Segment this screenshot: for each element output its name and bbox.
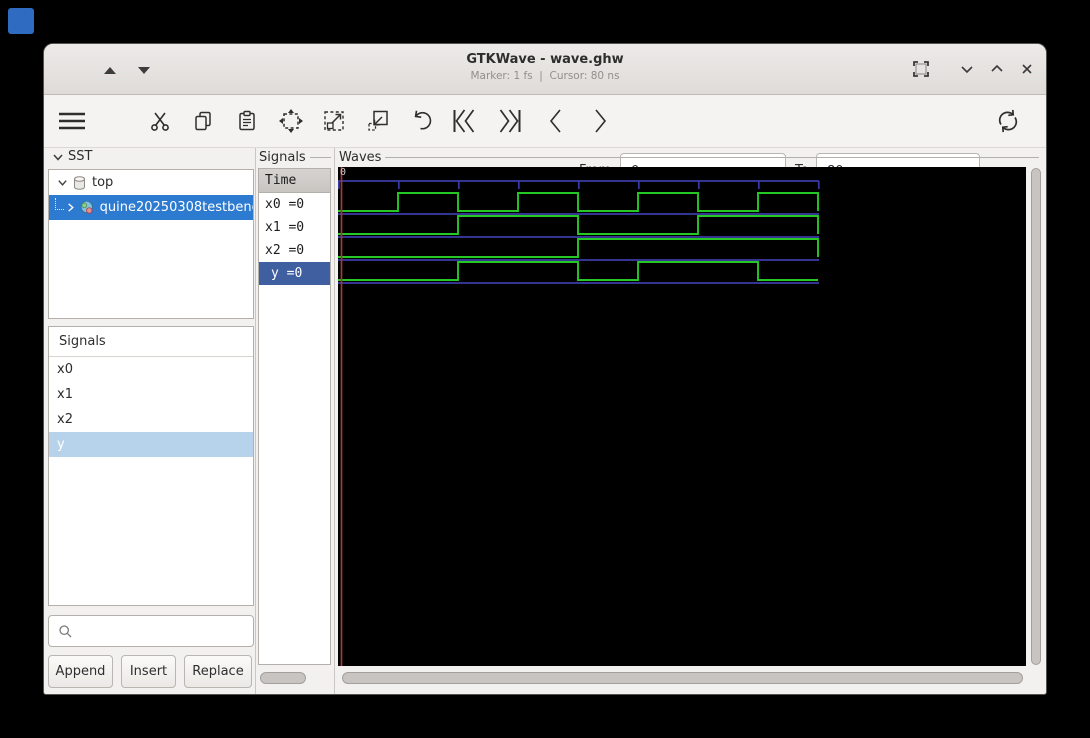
window-subtitle: Marker: 1 fs | Cursor: 80 ns xyxy=(470,70,620,82)
signal-row-x2[interactable]: x2 =0 xyxy=(259,239,330,262)
copy-icon xyxy=(195,111,211,131)
expander-right-icon[interactable] xyxy=(64,201,77,215)
previous-edge-button[interactable] xyxy=(537,101,575,141)
chevron-up-icon xyxy=(991,64,1003,72)
undo-icon xyxy=(414,110,432,130)
signal-table-panel: Time x0 =0 x1 =0 x2 =0 y =0 xyxy=(258,168,331,665)
maximize-icon xyxy=(913,61,929,77)
module-sphere-icon xyxy=(80,200,93,214)
chevron-down-icon xyxy=(961,66,973,74)
sst-label: SST xyxy=(68,149,93,164)
grow-window-button[interactable] xyxy=(986,58,1008,80)
scope-cylinder-icon xyxy=(74,175,85,190)
zoom-in-button[interactable] xyxy=(315,101,353,141)
reload-button[interactable] xyxy=(989,101,1027,141)
pane-splitter-left[interactable] xyxy=(255,148,256,694)
gtkwave-window: GTKWave - wave.ghw Marker: 1 fs | Cursor… xyxy=(44,44,1046,694)
undo-button[interactable] xyxy=(403,101,441,141)
chevron-right-icon xyxy=(595,109,607,133)
desktop-icon[interactable] xyxy=(8,8,34,34)
tree-guide-line xyxy=(55,197,65,210)
close-button[interactable] xyxy=(1016,58,1038,80)
cut-button[interactable] xyxy=(141,101,179,141)
signal-row-y[interactable]: y =0 xyxy=(259,262,330,285)
insert-button[interactable]: Insert xyxy=(121,655,176,688)
waveform-traces xyxy=(338,167,820,666)
window-title: GTKWave - wave.ghw xyxy=(466,52,624,67)
list-item-x2[interactable]: x2 xyxy=(49,407,253,432)
expander-down-icon[interactable] xyxy=(55,176,69,190)
titlebar[interactable]: GTKWave - wave.ghw Marker: 1 fs | Cursor… xyxy=(44,44,1046,95)
waves-hscrollbar[interactable] xyxy=(342,672,1023,684)
maximize-frame-button[interactable] xyxy=(910,58,932,80)
append-button[interactable]: Append xyxy=(48,655,113,688)
reload-icon xyxy=(998,109,1018,133)
skip-to-start-button[interactable] xyxy=(446,101,484,141)
tree-item-testbench[interactable]: quine20250308testbench xyxy=(49,195,253,220)
search-icon xyxy=(59,625,72,638)
tree-item-label: quine20250308testbench xyxy=(99,200,253,215)
pane-splitter-right[interactable] xyxy=(334,148,335,694)
zoom-out-icon xyxy=(368,110,388,131)
menu-icon xyxy=(59,112,85,130)
waves-frame-label-text: Waves xyxy=(339,150,382,165)
skip-to-end-button[interactable] xyxy=(490,101,528,141)
append-button-label: Append xyxy=(55,664,106,679)
shrink-window-button[interactable] xyxy=(956,58,978,80)
signal-row-x1[interactable]: x1 =0 xyxy=(259,216,330,239)
skip-to-start-icon xyxy=(453,109,475,133)
zoom-out-button[interactable] xyxy=(359,101,397,141)
cut-icon xyxy=(151,112,169,131)
signals-frame-label: Signals xyxy=(259,150,331,165)
list-item-y[interactable]: y xyxy=(49,432,253,457)
waves-vscrollbar-thumb[interactable] xyxy=(1031,168,1041,665)
sst-expander[interactable]: SST xyxy=(52,149,92,164)
search-input[interactable] xyxy=(79,622,253,640)
zoom-fit-button[interactable] xyxy=(272,101,310,141)
titlebar-text: GTKWave - wave.ghw Marker: 1 fs | Cursor… xyxy=(44,51,1046,84)
list-item-x1[interactable]: x1 xyxy=(49,382,253,407)
expander-down-icon xyxy=(53,154,63,161)
tree-item-top[interactable]: top xyxy=(49,170,253,195)
tree-item-label: top xyxy=(92,175,114,190)
next-edge-button[interactable] xyxy=(581,101,619,141)
insert-button-label: Insert xyxy=(129,664,168,679)
signal-search-box[interactable] xyxy=(48,615,254,647)
menu-button[interactable] xyxy=(53,101,91,141)
copy-button[interactable] xyxy=(184,101,222,141)
skip-to-end-icon xyxy=(499,109,521,133)
replace-button-label: Replace xyxy=(192,664,244,679)
paste-icon xyxy=(239,110,255,131)
replace-button[interactable]: Replace xyxy=(184,655,252,688)
list-item-x0[interactable]: x0 xyxy=(49,357,253,382)
wave-canvas[interactable]: 0 xyxy=(338,167,1026,666)
time-header[interactable]: Time xyxy=(259,169,330,193)
paste-button[interactable] xyxy=(228,101,266,141)
signal-table-hscrollbar[interactable] xyxy=(260,672,306,684)
waves-frame-label: Waves xyxy=(339,150,1039,165)
facility-list-panel: Signals x0 x1 x2 y xyxy=(48,326,254,606)
zoom-fit-icon xyxy=(279,109,303,133)
close-icon xyxy=(1022,64,1032,74)
facility-list-header: Signals xyxy=(49,327,253,357)
zoom-in-icon xyxy=(324,111,344,131)
signal-row-x0[interactable]: x0 =0 xyxy=(259,193,330,216)
chevron-left-icon xyxy=(549,109,561,133)
waves-vscrollbar-track[interactable] xyxy=(1030,167,1042,666)
sst-tree-panel: top quine20250308testbench xyxy=(48,169,254,319)
toolbar: From: To: xyxy=(44,95,1046,189)
time-origin-label: 0 xyxy=(340,167,347,178)
signals-frame-label-text: Signals xyxy=(259,150,306,165)
